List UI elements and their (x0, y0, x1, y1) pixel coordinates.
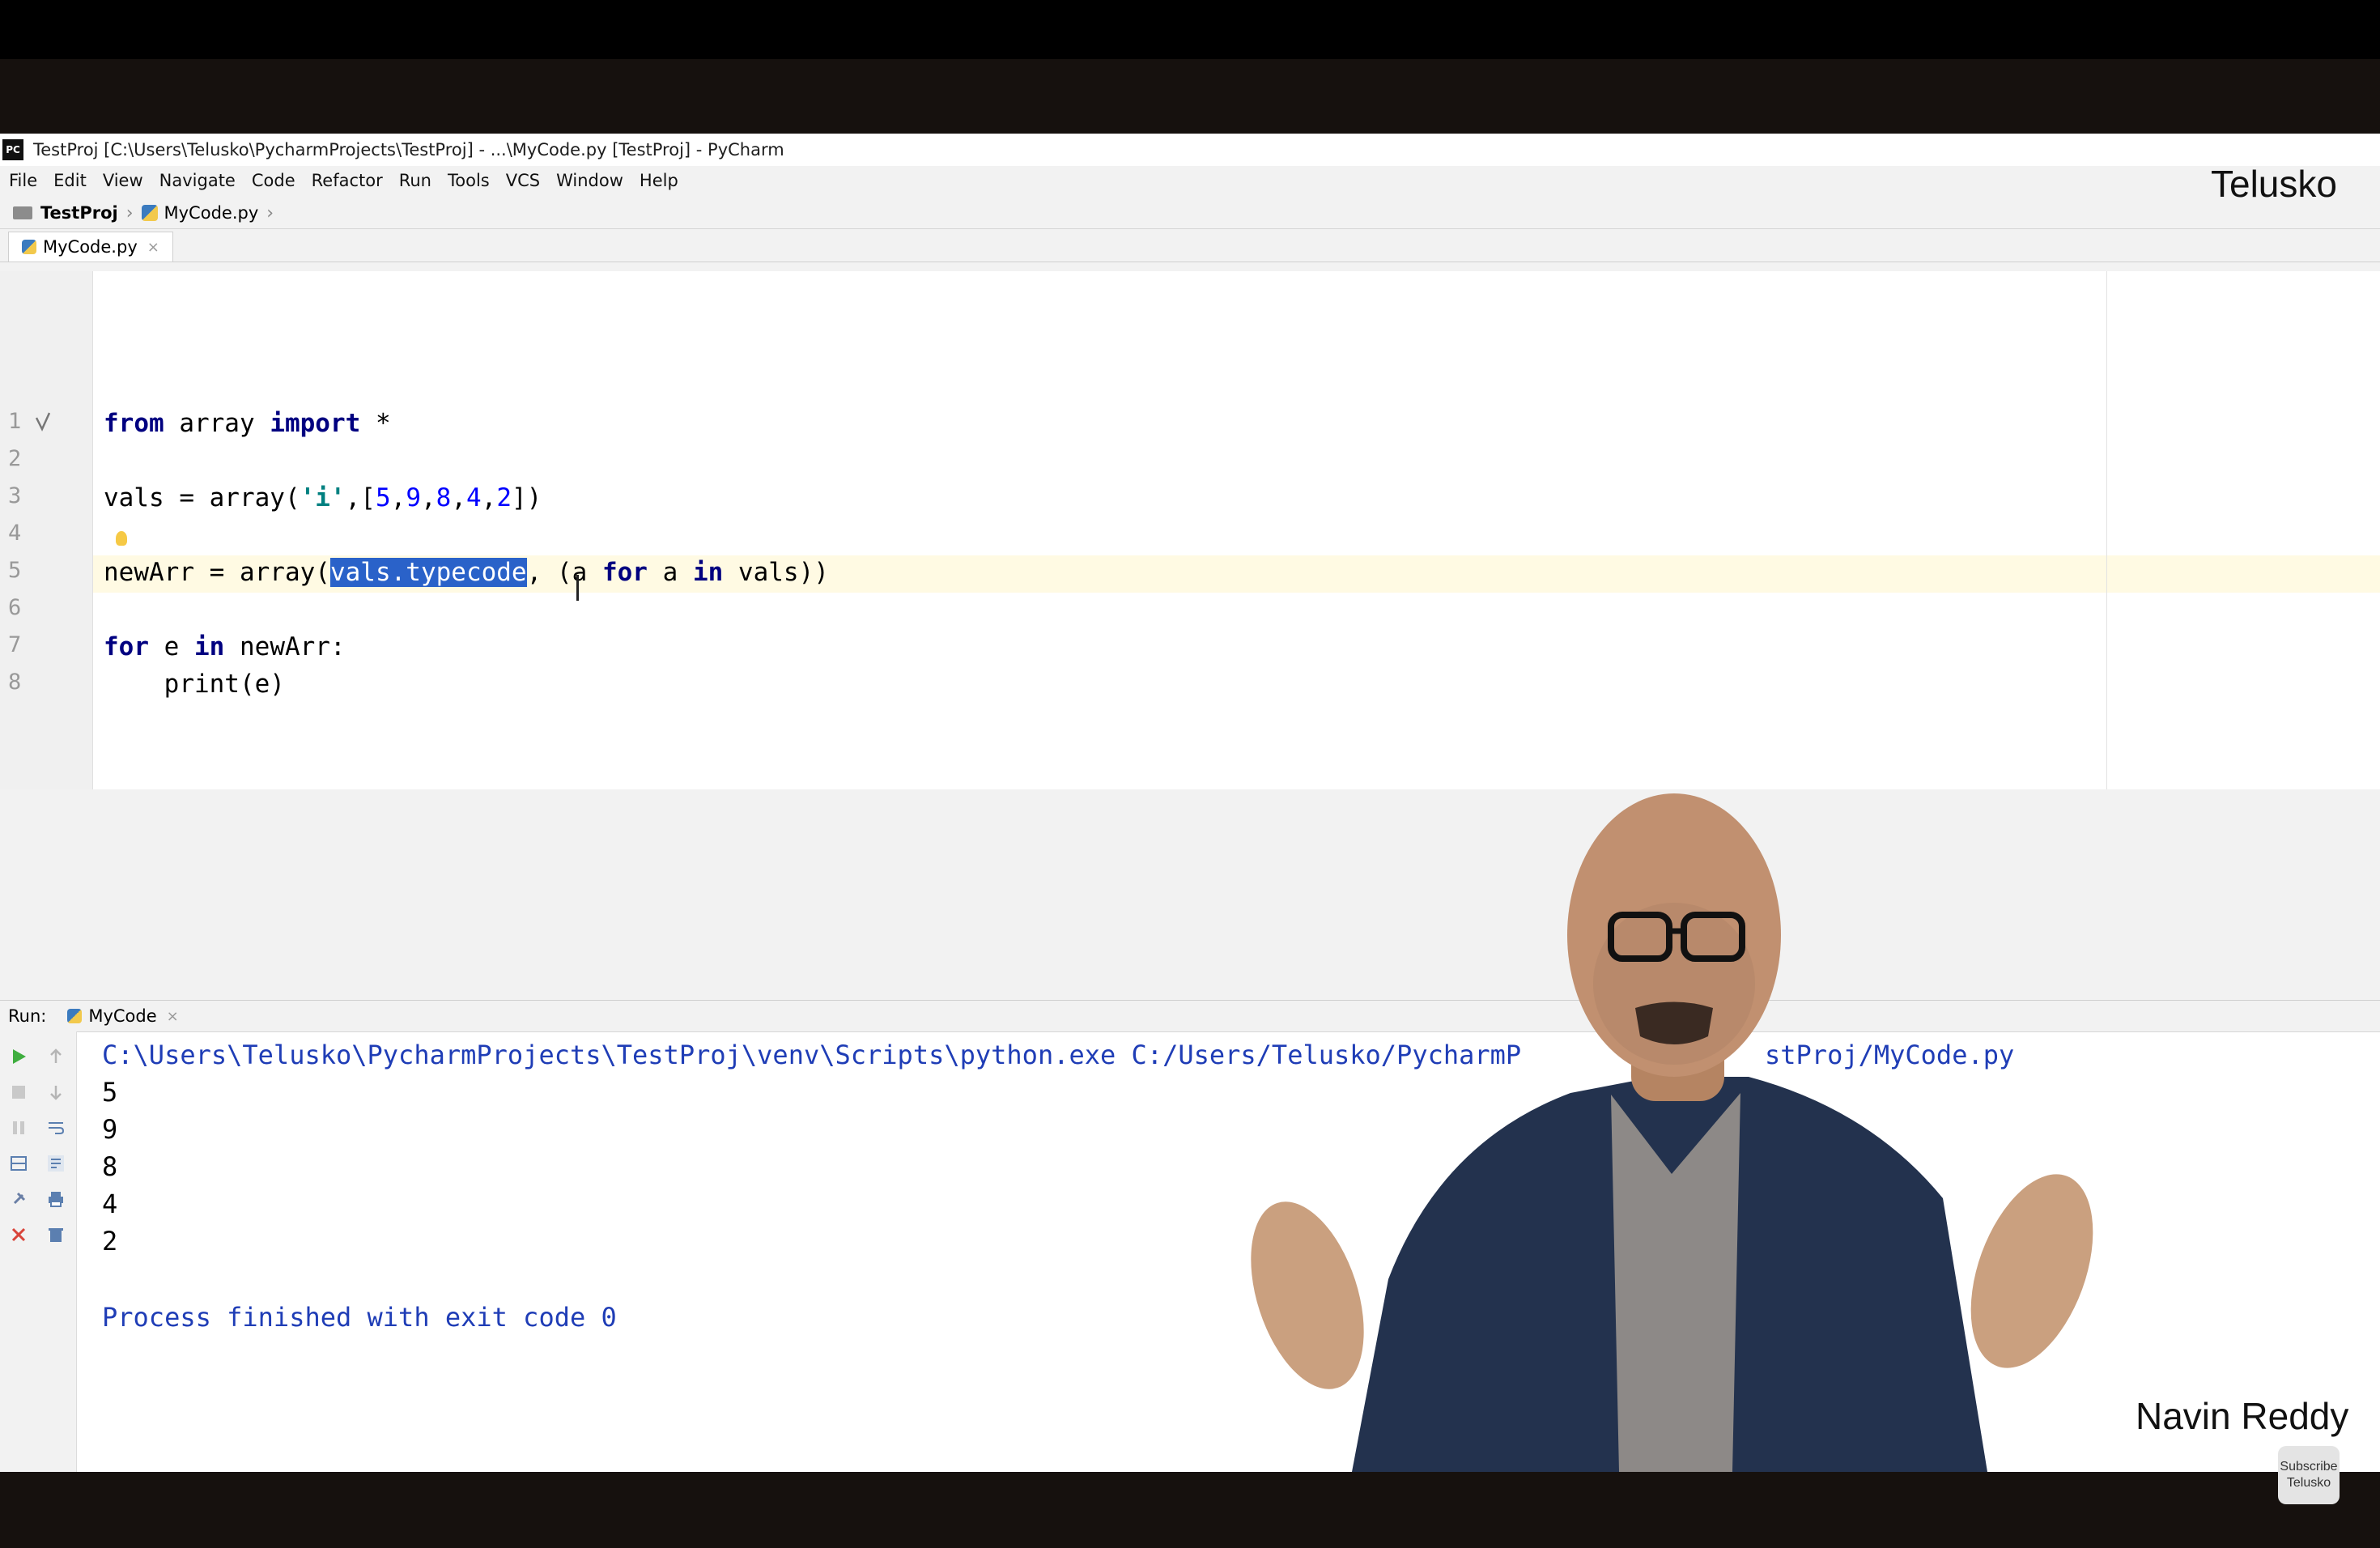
run-toolbar (0, 1031, 77, 1472)
subscribe-button[interactable]: Subscribe Telusko (2278, 1446, 2340, 1504)
tab-mycode[interactable]: MyCode.py × (8, 232, 173, 262)
editor-gutter: 1 2 3 4 5 6 7 8 (0, 271, 93, 789)
close-icon[interactable] (10, 1226, 28, 1244)
menu-window[interactable]: Window (556, 171, 623, 190)
menu-bar: File Edit View Navigate Code Refactor Ru… (0, 166, 2380, 195)
code-line-8: print(e) (104, 670, 285, 699)
menu-code[interactable]: Code (252, 171, 295, 190)
menu-tools[interactable]: Tools (448, 171, 490, 190)
video-top-band (0, 59, 2380, 134)
console-finish-message: Process finished with exit code 0 (102, 1302, 617, 1333)
rerun-icon[interactable] (10, 1048, 28, 1065)
layout-icon[interactable] (10, 1155, 28, 1172)
breadcrumb-separator-icon: › (125, 202, 134, 223)
presenter-name: Navin Reddy (2136, 1395, 2349, 1437)
console-output-line: 8 (102, 1151, 118, 1182)
right-margin-guide (2106, 271, 2107, 789)
console-output-line: 2 (102, 1226, 118, 1257)
code-line-5: newArr = array(vals.typecode, (a for a i… (104, 558, 829, 587)
menu-view[interactable]: View (103, 171, 143, 190)
menu-vcs[interactable]: VCS (506, 171, 540, 190)
pycharm-logo-icon: PC (2, 139, 23, 160)
close-tab-icon[interactable]: × (167, 1008, 179, 1025)
folder-icon (13, 206, 32, 219)
line-number: 6 (8, 595, 22, 620)
python-file-icon (22, 240, 36, 254)
arrow-up-icon[interactable] (47, 1048, 65, 1065)
code-line-3: vals = array('i',[5,9,8,4,2]) (104, 483, 542, 512)
inspection-ok-icon (36, 412, 50, 432)
arrow-down-icon[interactable] (47, 1083, 65, 1101)
run-tab-mycode[interactable]: MyCode × (67, 1006, 179, 1026)
breadcrumb-file[interactable]: MyCode.py (164, 203, 259, 223)
scroll-to-end-icon[interactable] (47, 1155, 65, 1172)
line-number: 7 (8, 632, 22, 657)
menu-help[interactable]: Help (640, 171, 678, 190)
line-number: 1 (8, 409, 22, 434)
breadcrumb-project[interactable]: TestProj (40, 203, 118, 223)
breadcrumb-separator-icon: › (266, 202, 274, 223)
menu-navigate[interactable]: Navigate (159, 171, 236, 190)
python-file-icon (67, 1009, 83, 1023)
pin-icon[interactable] (10, 1190, 28, 1208)
console-output-line: 4 (102, 1189, 118, 1219)
video-bottom-band (0, 1472, 2380, 1548)
menu-refactor[interactable]: Refactor (312, 171, 383, 190)
stop-icon[interactable] (10, 1083, 28, 1101)
close-tab-icon[interactable]: × (147, 239, 159, 256)
code-line-7: for e in newArr: (104, 632, 346, 661)
python-file-icon (141, 205, 158, 221)
pause-icon[interactable] (10, 1119, 28, 1137)
menu-edit[interactable]: Edit (53, 171, 87, 190)
line-number: 8 (8, 670, 22, 695)
line-number: 3 (8, 483, 22, 508)
title-bar: PC TestProj [C:\Users\Telusko\PycharmPro… (0, 134, 2380, 166)
channel-watermark: Telusko (2211, 163, 2337, 205)
code-line-1: from array import * (104, 409, 391, 438)
text-cursor-icon (576, 575, 579, 601)
line-number: 5 (8, 558, 22, 583)
window-title: TestProj [C:\Users\Telusko\PycharmProjec… (33, 140, 784, 159)
run-label: Run: (8, 1006, 47, 1026)
print-icon[interactable] (47, 1190, 65, 1208)
lightbulb-icon[interactable] (116, 531, 127, 546)
subscribe-label: Subscribe (2280, 1460, 2338, 1474)
tab-label: MyCode.py (43, 237, 138, 257)
editor-tab-bar: MyCode.py × (0, 229, 2380, 262)
menu-run[interactable]: Run (399, 171, 431, 190)
line-number: 4 (8, 521, 22, 546)
presenter-image (1251, 793, 2093, 1472)
code-editor[interactable]: 1 2 3 4 5 6 7 8 from array import * vals… (0, 271, 2380, 789)
menu-file[interactable]: File (9, 171, 37, 190)
breadcrumb: TestProj › MyCode.py › (0, 198, 2380, 229)
console-output-line: 5 (102, 1077, 118, 1108)
run-tab-label: MyCode (88, 1006, 157, 1026)
console-output-line: 9 (102, 1114, 118, 1145)
soft-wrap-icon[interactable] (47, 1119, 65, 1137)
line-number: 2 (8, 446, 22, 471)
subscribe-channel: Telusko (2286, 1476, 2331, 1490)
trash-icon[interactable] (47, 1226, 65, 1244)
selected-text: vals.typecode (329, 558, 527, 587)
video-letterbox-top (0, 0, 2380, 59)
